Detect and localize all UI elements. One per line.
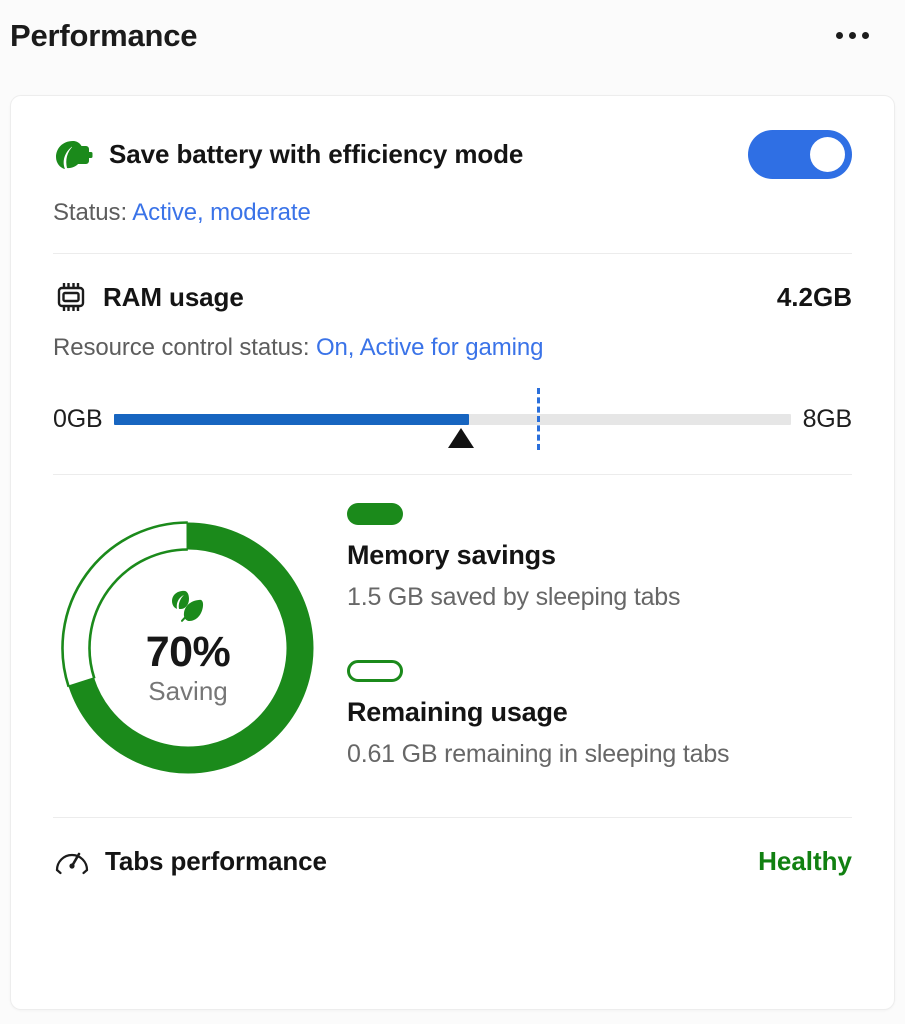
- chart-legend: Memory savings 1.5 GB saved by sleeping …: [347, 493, 852, 769]
- legend-item-memory-savings: Memory savings 1.5 GB saved by sleeping …: [347, 503, 852, 612]
- efficiency-mode-row: Save battery with efficiency mode: [53, 130, 852, 179]
- resource-control-label: Resource control status:: [53, 334, 310, 361]
- efficiency-mode-section: Save battery with efficiency mode Status…: [11, 96, 894, 253]
- ram-usage-title: RAM usage: [103, 281, 244, 312]
- ellipsis-dot: [848, 31, 856, 39]
- ram-usage-slider[interactable]: 0GB 8GB: [53, 386, 852, 452]
- performance-panel: Performance Save battery with efficiency…: [0, 0, 905, 1024]
- ram-usage-section: RAM usage 4.2GB Resource control status:…: [11, 254, 894, 474]
- efficiency-mode-toggle[interactable]: [748, 130, 852, 179]
- efficiency-status-value[interactable]: Active, moderate: [132, 199, 311, 226]
- slider-threshold-line: [537, 387, 541, 450]
- performance-card: Save battery with efficiency mode Status…: [10, 95, 895, 1010]
- memory-savings-chart-section: 70% Saving Memory savings 1.5 GB saved b…: [11, 475, 894, 817]
- efficiency-status-label: Status:: [53, 199, 128, 226]
- legend-desc-remaining-usage: 0.61 GB remaining in sleeping tabs: [347, 740, 730, 768]
- savings-donut-chart: 70% Saving: [53, 493, 323, 803]
- legend-swatch-remaining-usage: [347, 660, 403, 682]
- legend-desc-memory-savings: 1.5 GB saved by sleeping tabs: [347, 583, 681, 611]
- ram-usage-value: 4.2GB: [776, 281, 852, 312]
- tabs-performance-title: Tabs performance: [105, 845, 327, 876]
- ellipsis-dot: [835, 31, 843, 39]
- ram-usage-row: RAM usage 4.2GB: [53, 280, 852, 314]
- slider-value-marker: [447, 427, 474, 448]
- efficiency-mode-label-group: Save battery with efficiency mode: [53, 138, 523, 172]
- toggle-knob: [810, 137, 845, 172]
- memory-chip-icon: [53, 280, 89, 314]
- legend-swatch-memory-savings: [347, 503, 403, 525]
- tabs-performance-row[interactable]: Tabs performance Healthy: [11, 818, 894, 908]
- page-title: Performance: [10, 17, 198, 53]
- slider-min-label: 0GB: [53, 404, 103, 433]
- tabs-performance-label-group: Tabs performance: [53, 844, 327, 878]
- donut-svg: [61, 521, 314, 774]
- legend-item-remaining-usage: Remaining usage 0.61 GB remaining in sle…: [347, 660, 852, 769]
- legend-title-memory-savings: Memory savings: [347, 540, 556, 570]
- battery-leaf-icon: [53, 138, 95, 172]
- panel-header: Performance: [0, 0, 905, 70]
- ram-usage-label-group: RAM usage: [53, 280, 244, 314]
- slider-track[interactable]: [114, 387, 791, 450]
- more-options-ellipsis-icon[interactable]: [829, 15, 875, 55]
- efficiency-mode-title: Save battery with efficiency mode: [109, 139, 524, 169]
- ellipsis-dot: [861, 31, 869, 39]
- resource-control-status-line: Resource control status: On, Active for …: [53, 334, 852, 362]
- legend-title-remaining-usage: Remaining usage: [347, 697, 568, 727]
- slider-fill: [114, 413, 470, 425]
- slider-max-label: 8GB: [802, 404, 853, 433]
- efficiency-status-line: Status: Active, moderate: [53, 199, 852, 227]
- speedometer-icon: [53, 844, 91, 878]
- resource-control-value[interactable]: On, Active for gaming: [316, 334, 543, 361]
- tabs-performance-status: Healthy: [758, 845, 852, 876]
